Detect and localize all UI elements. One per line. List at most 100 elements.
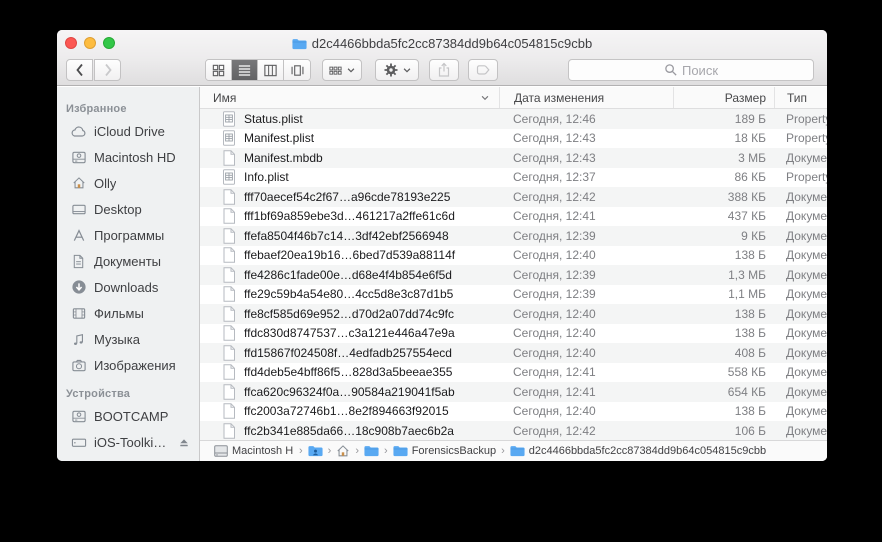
file-date-cell: Сегодня, 12:40	[499, 326, 673, 340]
table-row[interactable]: ffe4286c1fade00e…d68e4f4b854e6f5d Сегодн…	[200, 265, 827, 285]
sidebar-item-bootcamp[interactable]: BOOTCAMP	[57, 403, 199, 429]
list-header: Имя Дата изменения Размер Тип	[200, 87, 827, 109]
file-name: fff70aecef54c2f67…a96cde78193e225	[244, 190, 450, 204]
pathbar-item[interactable]: ForensicsBackup	[393, 445, 496, 457]
sidebar-item-label: Изображения	[94, 358, 176, 373]
sidebar: Избранное iCloud Drive Macintosh HD Olly…	[57, 87, 200, 461]
file-type-cell: Документ	[774, 307, 827, 321]
table-row[interactable]: ffdc830d8747537…c3a121e446a47e9a Сегодня…	[200, 324, 827, 344]
file-date-cell: Сегодня, 12:39	[499, 287, 673, 301]
column-header-date[interactable]: Дата изменения	[499, 87, 673, 108]
window-title: d2c4466bbda5fc2cc87384dd9b64c054815c9cbb	[312, 36, 592, 51]
window-chrome: d2c4466bbda5fc2cc87384dd9b64c054815c9cbb	[57, 30, 827, 86]
sidebar-item-home-olly[interactable]: Olly	[57, 170, 199, 196]
pathbar-item[interactable]	[364, 445, 379, 457]
pathbar-item[interactable]: d2c4466bbda5fc2cc87384dd9b64c054815c9cbb	[510, 445, 766, 457]
file-name-cell: ffe8cf585d69e952…d70d2a07dd74c9fc	[200, 306, 499, 322]
table-row[interactable]: fff1bf69a859ebe3d…461217a2ffe61c6d Сегод…	[200, 207, 827, 227]
sidebar-item-macintosh-hd[interactable]: Macintosh HD	[57, 144, 199, 170]
column-header-type[interactable]: Тип	[774, 87, 827, 108]
sidebar-item-label: Программы	[94, 228, 164, 243]
table-row[interactable]: Info.plist Сегодня, 12:37 86 КБ Property…	[200, 168, 827, 188]
list-view-button[interactable]	[232, 60, 258, 80]
table-row[interactable]: ffd4deb5e4bff86f5…828d3a5beeae355 Сегодн…	[200, 363, 827, 383]
coverflow-view-button[interactable]	[284, 60, 310, 80]
title-bar[interactable]: d2c4466bbda5fc2cc87384dd9b64c054815c9cbb	[57, 30, 827, 56]
users-folder-icon	[308, 445, 323, 457]
table-row[interactable]: ffe8cf585d69e952…d70d2a07dd74c9fc Сегодн…	[200, 304, 827, 324]
column-header-name[interactable]: Имя	[200, 87, 499, 108]
table-row[interactable]: ffc2003a72746b1…8e2f894663f92015 Сегодня…	[200, 402, 827, 422]
file-size-cell: 138 Б	[673, 307, 774, 321]
file-browser: Имя Дата изменения Размер Тип Status.pli…	[200, 87, 827, 461]
file-type-cell: Документ	[774, 268, 827, 282]
table-row[interactable]: ffefa8504f46b7c14…3df42ebf2566948 Сегодн…	[200, 226, 827, 246]
sidebar-item-downloads[interactable]: Downloads	[57, 274, 199, 300]
sidebar-item-pictures[interactable]: Изображения	[57, 352, 199, 378]
external-drive-icon	[70, 434, 87, 451]
table-row[interactable]: ffe29c59b4a54e80…4cc5d8e3c87d1b5 Сегодня…	[200, 285, 827, 305]
icon-view-button[interactable]	[206, 60, 232, 80]
pathbar-item[interactable]	[336, 444, 350, 458]
table-row[interactable]: Manifest.plist Сегодня, 12:43 18 КБ Prop…	[200, 129, 827, 149]
file-type-cell: Документ	[774, 346, 827, 360]
search-input[interactable]: Поиск	[568, 59, 814, 81]
applications-icon	[70, 227, 87, 244]
file-type-cell: Документ	[774, 209, 827, 223]
sidebar-item-music[interactable]: Музыка	[57, 326, 199, 352]
table-row[interactable]: fff70aecef54c2f67…a96cde78193e225 Сегодн…	[200, 187, 827, 207]
action-button[interactable]	[375, 59, 419, 81]
file-name-cell: Info.plist	[200, 169, 499, 185]
file-type-cell: Документ	[774, 190, 827, 204]
sidebar-item-label: Desktop	[94, 202, 142, 217]
pathbar-item[interactable]: Macintosh HD	[214, 445, 294, 457]
sidebar-item-label: iOS-Toolki…	[94, 435, 166, 450]
sidebar-item-label: Olly	[94, 176, 116, 191]
music-icon	[70, 331, 87, 348]
tag-button[interactable]	[468, 59, 498, 81]
table-row[interactable]: ffd15867f024508f…4edfadb257554ecd Сегодн…	[200, 343, 827, 363]
back-button[interactable]	[66, 59, 93, 81]
eject-icon	[177, 436, 191, 449]
document-file-icon	[222, 325, 236, 341]
table-row[interactable]: Status.plist Сегодня, 12:46 189 Б Proper…	[200, 109, 827, 129]
arrange-button[interactable]	[322, 59, 362, 81]
file-name: ffdc830d8747537…c3a121e446a47e9a	[244, 326, 455, 340]
sidebar-item-applications[interactable]: Программы	[57, 222, 199, 248]
file-name: ffe4286c1fade00e…d68e4f4b854e6f5d	[244, 268, 452, 282]
desktop-icon	[70, 201, 87, 218]
document-file-icon	[222, 228, 236, 244]
column-view-button[interactable]	[258, 60, 284, 80]
document-file-icon	[222, 247, 236, 263]
sidebar-item-desktop[interactable]: Desktop	[57, 196, 199, 222]
tag-icon	[475, 62, 491, 78]
table-row[interactable]: ffebaef20ea19b16…6bed7d539a88114f Сегодн…	[200, 246, 827, 266]
forward-button[interactable]	[94, 59, 121, 81]
sidebar-item-icloud-drive[interactable]: iCloud Drive	[57, 118, 199, 144]
table-row[interactable]: Manifest.mbdb Сегодня, 12:43 3 МБ Докуме…	[200, 148, 827, 168]
file-name-cell: ffefa8504f46b7c14…3df42ebf2566948	[200, 228, 499, 244]
sidebar-item-documents[interactable]: Документы	[57, 248, 199, 274]
pathbar-item[interactable]	[308, 445, 323, 457]
column-header-size[interactable]: Размер	[673, 87, 774, 108]
file-name: ffefa8504f46b7c14…3df42ebf2566948	[244, 229, 449, 243]
sidebar-item-movies[interactable]: Фильмы	[57, 300, 199, 326]
document-file-icon	[222, 208, 236, 224]
sidebar-section: Устройства BOOTCAMP iOS-Toolki…	[57, 384, 199, 455]
share-button[interactable]	[429, 59, 459, 81]
file-date-cell: Сегодня, 12:42	[499, 190, 673, 204]
arrange-icon	[328, 63, 343, 78]
file-name-cell: ffc2b341e885da66…18c908b7aec6b2a	[200, 423, 499, 439]
file-name: Status.plist	[244, 112, 303, 126]
file-date-cell: Сегодня, 12:40	[499, 248, 673, 262]
search-icon	[664, 63, 678, 77]
table-row[interactable]: ffc2b341e885da66…18c908b7aec6b2a Сегодня…	[200, 421, 827, 440]
documents-icon	[70, 253, 87, 270]
chevron-left-icon	[73, 62, 87, 78]
table-row[interactable]: ffca620c96324f0a…90584a219041f5ab Сегодн…	[200, 382, 827, 402]
file-size-cell: 1,1 МБ	[673, 287, 774, 301]
sidebar-item-ios-toolkit[interactable]: iOS-Toolki…	[57, 429, 199, 455]
file-name: Manifest.mbdb	[244, 151, 323, 165]
file-type-cell: Документ	[774, 424, 827, 438]
plist-file-icon	[222, 130, 236, 146]
